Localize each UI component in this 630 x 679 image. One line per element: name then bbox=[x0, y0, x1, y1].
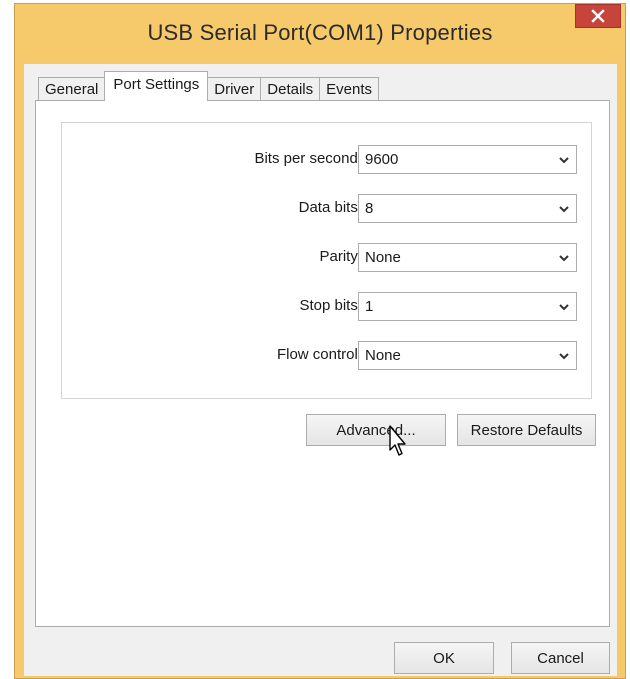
close-icon bbox=[591, 9, 605, 23]
data-bits-label: Data bits: bbox=[298, 199, 362, 216]
bits-per-second-label: Bits per second: bbox=[254, 150, 362, 167]
window-title: USB Serial Port(COM1) Properties bbox=[147, 20, 493, 45]
bits-per-second-select[interactable]: 9600 bbox=[358, 145, 577, 174]
tab-details[interactable]: Details bbox=[260, 77, 321, 101]
tab-general[interactable]: General bbox=[38, 77, 106, 101]
dialog-client-area: General Port Settings Driver Details Eve… bbox=[24, 64, 617, 676]
parity-select[interactable]: None bbox=[358, 243, 577, 272]
stop-bits-value: 1 bbox=[365, 298, 374, 315]
ok-button[interactable]: OK bbox=[394, 642, 494, 674]
title-bar[interactable]: USB Serial Port(COM1) Properties bbox=[15, 4, 625, 64]
properties-dialog: USB Serial Port(COM1) Properties General… bbox=[14, 3, 626, 679]
bits-per-second-value: 9600 bbox=[365, 151, 399, 168]
chevron-down-icon bbox=[559, 304, 569, 311]
chevron-down-icon bbox=[559, 157, 569, 164]
chevron-down-icon bbox=[559, 206, 569, 213]
data-bits-value: 8 bbox=[365, 200, 374, 217]
tab-driver[interactable]: Driver bbox=[207, 77, 262, 101]
port-settings-panel: Bits per second: 9600 Data bits: 8 Parit… bbox=[35, 100, 610, 627]
tab-events[interactable]: Events bbox=[319, 77, 379, 101]
parity-value: None bbox=[365, 249, 401, 266]
data-bits-select[interactable]: 8 bbox=[358, 194, 577, 223]
flow-control-select[interactable]: None bbox=[358, 341, 577, 370]
port-settings-group: Bits per second: 9600 Data bits: 8 Parit… bbox=[61, 122, 592, 399]
flow-control-label: Flow control: bbox=[276, 346, 362, 363]
mouse-pointer-icon bbox=[389, 425, 406, 456]
chevron-down-icon bbox=[559, 353, 569, 360]
parity-label: Parity: bbox=[319, 248, 362, 265]
tab-port-settings[interactable]: Port Settings bbox=[104, 71, 209, 101]
stop-bits-label: Stop bits: bbox=[299, 297, 362, 314]
advanced-button[interactable]: Advanced... bbox=[306, 414, 446, 446]
chevron-down-icon bbox=[559, 255, 569, 262]
tab-strip: General Port Settings Driver Details Eve… bbox=[38, 71, 379, 101]
stop-bits-select[interactable]: 1 bbox=[358, 292, 577, 321]
cancel-button[interactable]: Cancel bbox=[511, 642, 610, 674]
flow-control-value: None bbox=[365, 347, 401, 364]
restore-defaults-button[interactable]: Restore Defaults bbox=[457, 414, 596, 446]
close-button[interactable] bbox=[575, 4, 621, 28]
